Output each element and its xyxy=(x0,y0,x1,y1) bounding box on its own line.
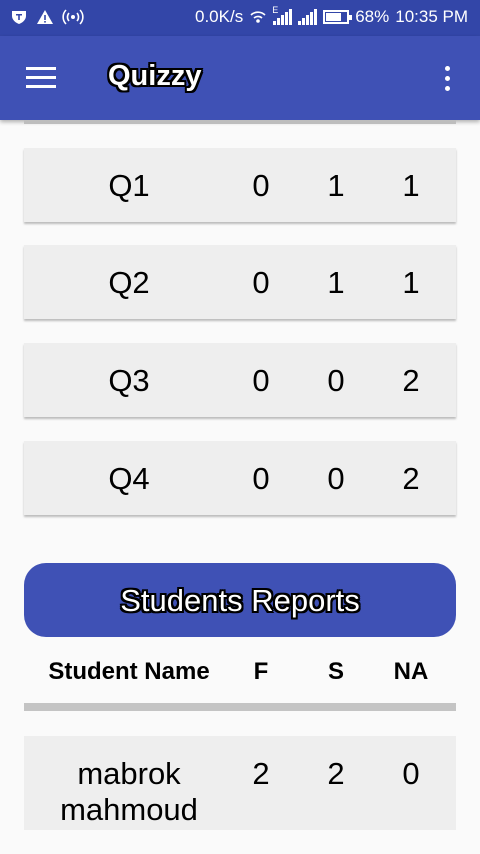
shield-icon xyxy=(12,11,26,24)
question-na-count: 1 xyxy=(402,265,420,300)
question-na-count: 1 xyxy=(402,168,420,203)
question-s-count: 0 xyxy=(327,363,345,398)
signal-icon-2 xyxy=(298,9,318,25)
question-s-count: 1 xyxy=(327,265,345,300)
question-s-count: 0 xyxy=(327,461,345,496)
students-table-header: Student Name F S NA xyxy=(24,655,456,691)
header-f: F xyxy=(253,658,269,685)
question-label: Q2 xyxy=(108,265,150,300)
header-s: S xyxy=(327,658,344,685)
header-divider xyxy=(24,703,456,711)
battery-level: 68% xyxy=(355,7,390,26)
student-name: mabrok mahmoud xyxy=(24,756,234,828)
status-bar: 0.0K/s E 68% 10:35 PM xyxy=(0,0,480,36)
battery-icon xyxy=(323,10,353,24)
menu-icon[interactable] xyxy=(26,67,56,89)
students-reports-button[interactable]: Students Reports xyxy=(24,563,456,637)
question-row[interactable]: Q4 0 0 2 xyxy=(24,441,456,515)
student-name-line2: mahmoud xyxy=(60,792,198,827)
question-f-count: 0 xyxy=(252,168,270,203)
students-reports-label: Students Reports xyxy=(120,583,360,618)
question-f-count: 0 xyxy=(252,265,270,300)
question-row[interactable]: Q2 0 1 1 xyxy=(24,245,456,319)
question-f-count: 0 xyxy=(252,363,270,398)
student-row[interactable]: mabrok mahmoud 2 2 0 xyxy=(24,736,456,830)
divider xyxy=(24,120,456,124)
student-f-count: 2 xyxy=(252,756,270,791)
network-speed: 0.0K/s xyxy=(195,7,244,26)
question-s-count: 1 xyxy=(327,168,345,203)
clock: 10:35 PM xyxy=(395,7,468,26)
status-right: 0.0K/s E 68% 10:35 PM xyxy=(195,5,468,27)
question-label: Q1 xyxy=(108,168,150,203)
student-s-count: 2 xyxy=(327,756,345,791)
header-student-name: Student Name xyxy=(48,658,210,685)
app-toolbar: Quizzy xyxy=(0,36,480,120)
header-na: NA xyxy=(393,658,429,685)
app-title: Quizzy xyxy=(108,60,202,92)
hotspot-icon xyxy=(62,9,84,25)
question-row[interactable]: Q1 0 1 1 xyxy=(24,148,456,222)
student-name-line1: mabrok xyxy=(77,756,181,791)
question-f-count: 0 xyxy=(252,461,270,496)
overflow-menu-icon[interactable] xyxy=(444,66,452,92)
question-row[interactable]: Q3 0 0 2 xyxy=(24,343,456,417)
status-left-icons xyxy=(10,8,84,26)
question-label: Q3 xyxy=(108,363,150,398)
student-na-count: 0 xyxy=(402,756,420,791)
question-label: Q4 xyxy=(108,461,150,496)
wifi-calling-icon xyxy=(250,11,266,23)
question-na-count: 2 xyxy=(402,461,420,496)
question-na-count: 2 xyxy=(402,363,420,398)
network-type: E xyxy=(272,5,279,15)
warning-icon xyxy=(37,10,53,24)
